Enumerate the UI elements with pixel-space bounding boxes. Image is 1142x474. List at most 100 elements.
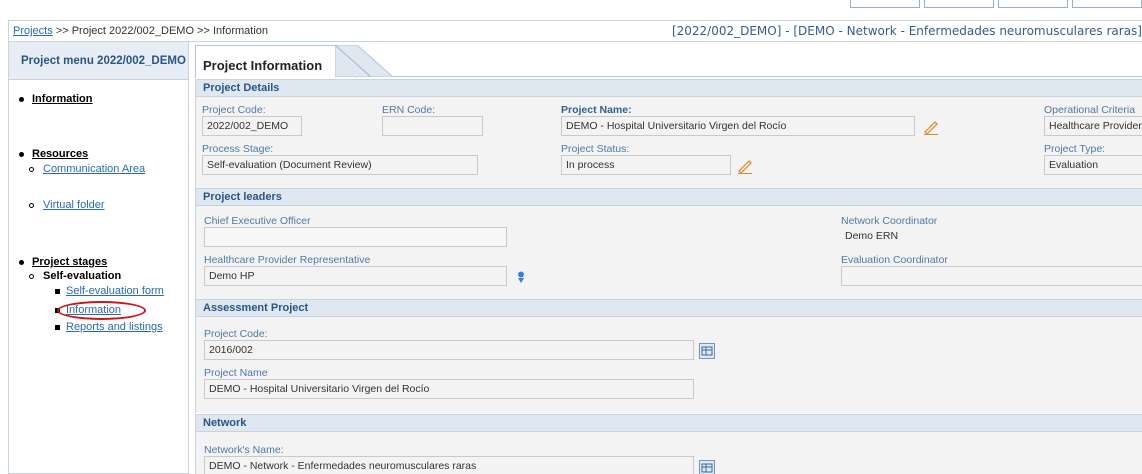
- assessment-code-field: Project Code: 2016/002: [204, 328, 694, 360]
- lookup-icon[interactable]: [699, 460, 715, 474]
- circle-bullet-icon: [29, 166, 34, 172]
- network-name-value: DEMO - Network - Enfermedades neuromuscu…: [204, 456, 694, 474]
- bullet-icon: [19, 151, 24, 157]
- person-pin-icon[interactable]: [516, 271, 526, 283]
- sidebar-item-label[interactable]: Reports and listings: [66, 321, 163, 333]
- network-section: Network Network's Name: DEMO - Network -…: [195, 414, 1142, 474]
- main-content: Project Information Project Details Proj…: [195, 42, 1142, 474]
- sidebar-item-label[interactable]: Resources: [32, 148, 88, 160]
- field-label: Process Stage:: [202, 143, 274, 155]
- project-name-field: Project Name: DEMO - Hospital Universita…: [561, 104, 915, 136]
- edit-pencil-icon[interactable]: [737, 158, 753, 174]
- sidebar-title: Project menu 2022/002_DEMO: [9, 42, 188, 80]
- assessment-name-value: DEMO - Hospital Universitario Virgen del…: [204, 379, 694, 399]
- ceo-field: Chief Executive Officer: [204, 215, 507, 247]
- sidebar-item-label: Self-evaluation: [43, 270, 122, 282]
- network-name-field: Network's Name: DEMO - Network - Enferme…: [204, 444, 694, 474]
- lookup-icon[interactable]: [699, 343, 715, 359]
- hp-representative-field: Healthcare Provider Representative Demo …: [204, 254, 507, 286]
- project-status-field: Project Status: In process: [561, 143, 731, 175]
- field-label: Project Type:: [1044, 143, 1106, 155]
- bullet-icon: [19, 96, 24, 102]
- network-coordinator-value: Demo ERN: [845, 230, 899, 242]
- hp-representative-value: Demo HP: [204, 266, 507, 286]
- field-label: Network Coordinator: [841, 215, 938, 227]
- ern-code-value: [382, 116, 483, 136]
- top-tab[interactable]: [850, 0, 920, 8]
- breadcrumb-bar: Projects >> Project 2022/002_DEMO >> Inf…: [8, 20, 1142, 42]
- process-stage-value: Self-evaluation (Document Review): [202, 155, 478, 175]
- sidebar-item-label[interactable]: Self-evaluation form: [66, 285, 164, 297]
- project-name-value: DEMO - Hospital Universitario Virgen del…: [561, 116, 915, 136]
- breadcrumb-trail: >> Project 2022/002_DEMO >> Information: [55, 25, 268, 37]
- assessment-name-field: Project Name DEMO - Hospital Universitar…: [204, 367, 694, 399]
- top-tab[interactable]: [924, 0, 994, 8]
- top-tabs: [846, 0, 1142, 8]
- sidebar-item-label[interactable]: Project stages: [32, 256, 107, 268]
- breadcrumb-projects-link[interactable]: Projects: [13, 25, 53, 37]
- highlight-ring: [57, 301, 146, 320]
- field-label: Healthcare Provider Representative: [204, 254, 371, 266]
- field-label: ERN Code:: [382, 104, 436, 116]
- sidebar-item-virtual-folder[interactable]: Virtual folder: [29, 199, 105, 211]
- circle-bullet-icon: [29, 273, 34, 279]
- section-header: Network: [196, 414, 1142, 432]
- tab-notch: [335, 45, 394, 77]
- sidebar-item-reports[interactable]: Reports and listings: [55, 321, 163, 333]
- tab-project-information[interactable]: Project Information: [195, 45, 357, 78]
- section-header: Assessment Project: [196, 299, 1142, 317]
- field-label: Project Name: [204, 367, 268, 379]
- field-label: Project Name:: [561, 104, 632, 116]
- sidebar-item-project-stages[interactable]: Project stages: [19, 256, 107, 268]
- assessment-code-value: 2016/002: [204, 340, 694, 360]
- assessment-project-section: Assessment Project Project Code: 2016/00…: [195, 299, 1142, 413]
- field-label: Project Status:: [561, 143, 630, 155]
- sidebar-item-communication-area[interactable]: Communication Area: [29, 163, 145, 175]
- top-tab[interactable]: [998, 0, 1068, 8]
- section-body: Network's Name: DEMO - Network - Enferme…: [196, 432, 1142, 474]
- square-bullet-icon: [55, 288, 60, 294]
- bullet-icon: [19, 259, 24, 265]
- field-label: Project Code:: [202, 104, 266, 116]
- circle-bullet-icon: [29, 202, 34, 208]
- sidebar-item-self-evaluation: Self-evaluation: [29, 270, 121, 282]
- project-heading: [2022/002_DEMO] - [DEMO - Network - Enfe…: [671, 24, 1142, 38]
- section-header: Project leaders: [196, 188, 1142, 206]
- edit-pencil-icon[interactable]: [923, 119, 939, 135]
- sidebar-item-label[interactable]: Communication Area: [43, 163, 145, 175]
- section-body: Chief Executive Officer Network Coordina…: [196, 206, 1142, 300]
- project-details-section: Project Details Project Code: 2022/002_D…: [195, 79, 1142, 191]
- network-coordinator-field: Network Coordinator Demo ERN: [841, 215, 1142, 247]
- field-label: Evaluation Coordinator: [841, 254, 948, 266]
- sidebar-item-label[interactable]: Information: [32, 93, 93, 105]
- breadcrumb: Projects >> Project 2022/002_DEMO >> Inf…: [13, 25, 268, 37]
- ceo-value: [204, 227, 507, 247]
- project-type-field: Project Type: Evaluation: [1044, 143, 1142, 175]
- sidebar-item-label[interactable]: Virtual folder: [43, 199, 105, 211]
- square-bullet-icon: [55, 324, 60, 330]
- project-type-value: Evaluation: [1044, 155, 1142, 175]
- section-header: Project Details: [196, 79, 1142, 97]
- project-leaders-section: Project leaders Chief Executive Officer …: [195, 188, 1142, 300]
- sidebar-item-resources[interactable]: Resources: [19, 148, 88, 160]
- operational-criteria-field: Operational Criteria Healthcare Provider: [1044, 104, 1142, 136]
- top-tab[interactable]: [1072, 0, 1142, 8]
- project-status-value: In process: [561, 155, 731, 175]
- project-code-value: 2022/002_DEMO: [202, 116, 302, 136]
- field-label: Project Code:: [204, 328, 268, 340]
- ern-code-field: ERN Code:: [382, 104, 483, 136]
- top-strip: [0, 0, 1142, 18]
- section-body: Project Code: 2022/002_DEMO ERN Code: Pr…: [196, 97, 1142, 191]
- field-label: Operational Criteria: [1044, 104, 1136, 116]
- sidebar-item-self-evaluation-form[interactable]: Self-evaluation form: [55, 285, 164, 297]
- sidebar: Project menu 2022/002_DEMO Information R…: [8, 42, 189, 474]
- field-label: Chief Executive Officer: [204, 215, 311, 227]
- project-code-field: Project Code: 2022/002_DEMO: [202, 104, 302, 136]
- operational-criteria-value: Healthcare Provider: [1044, 116, 1142, 136]
- tab-strip: Project Information: [195, 42, 1142, 78]
- evaluation-coordinator-field: Evaluation Coordinator: [841, 254, 1142, 286]
- section-body: Project Code: 2016/002 Project Name DEMO…: [196, 317, 1142, 413]
- field-label: Network's Name:: [204, 444, 284, 456]
- process-stage-field: Process Stage: Self-evaluation (Document…: [202, 143, 478, 175]
- sidebar-item-information[interactable]: Information: [19, 93, 93, 105]
